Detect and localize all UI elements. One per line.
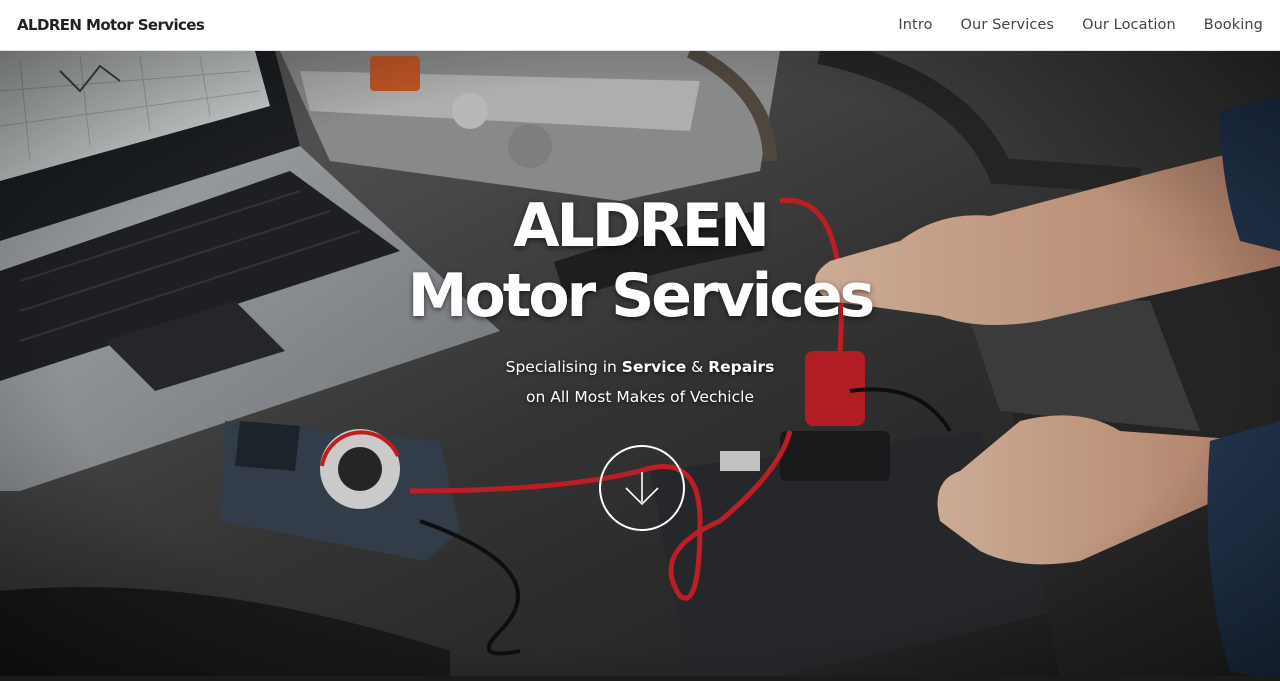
nav-link-intro[interactable]: Intro (898, 17, 932, 33)
subtitle-service: Service (621, 358, 687, 376)
hero-content: ALDREN Motor Services Specialising in Se… (0, 51, 1280, 681)
navbar: ALDREN Motor Services Intro Our Services… (0, 0, 1280, 51)
subtitle-repairs: Repairs (708, 358, 775, 376)
hero-title-line2: Motor Services (407, 261, 875, 331)
nav-link-our-services[interactable]: Our Services (961, 17, 1055, 33)
subtitle-prefix: Specialising in (505, 358, 622, 376)
nav-link-our-location[interactable]: Our Location (1082, 17, 1176, 33)
scroll-down-button[interactable] (599, 445, 685, 531)
subtitle-amp: & (686, 358, 709, 376)
hero-subtitle-line1: Specialising in Service & Repairs (0, 352, 1280, 382)
hero-subtitle-line2: on All Most Makes of Vechicle (526, 388, 754, 406)
section-divider (0, 676, 1280, 681)
brand-link[interactable]: ALDREN Motor Services (17, 16, 205, 34)
hero-title-line1: ALDREN (513, 191, 770, 261)
hero-section: ALDREN Motor Services Specialising in Se… (0, 51, 1280, 681)
nav-links: Intro Our Services Our Location Booking (898, 17, 1263, 33)
nav-link-booking[interactable]: Booking (1204, 17, 1263, 33)
arrow-down-circle-icon (625, 472, 659, 506)
hero-subtitle: Specialising in Service & Repairs on All… (0, 352, 1280, 412)
hero-title: ALDREN Motor Services (0, 191, 1280, 331)
